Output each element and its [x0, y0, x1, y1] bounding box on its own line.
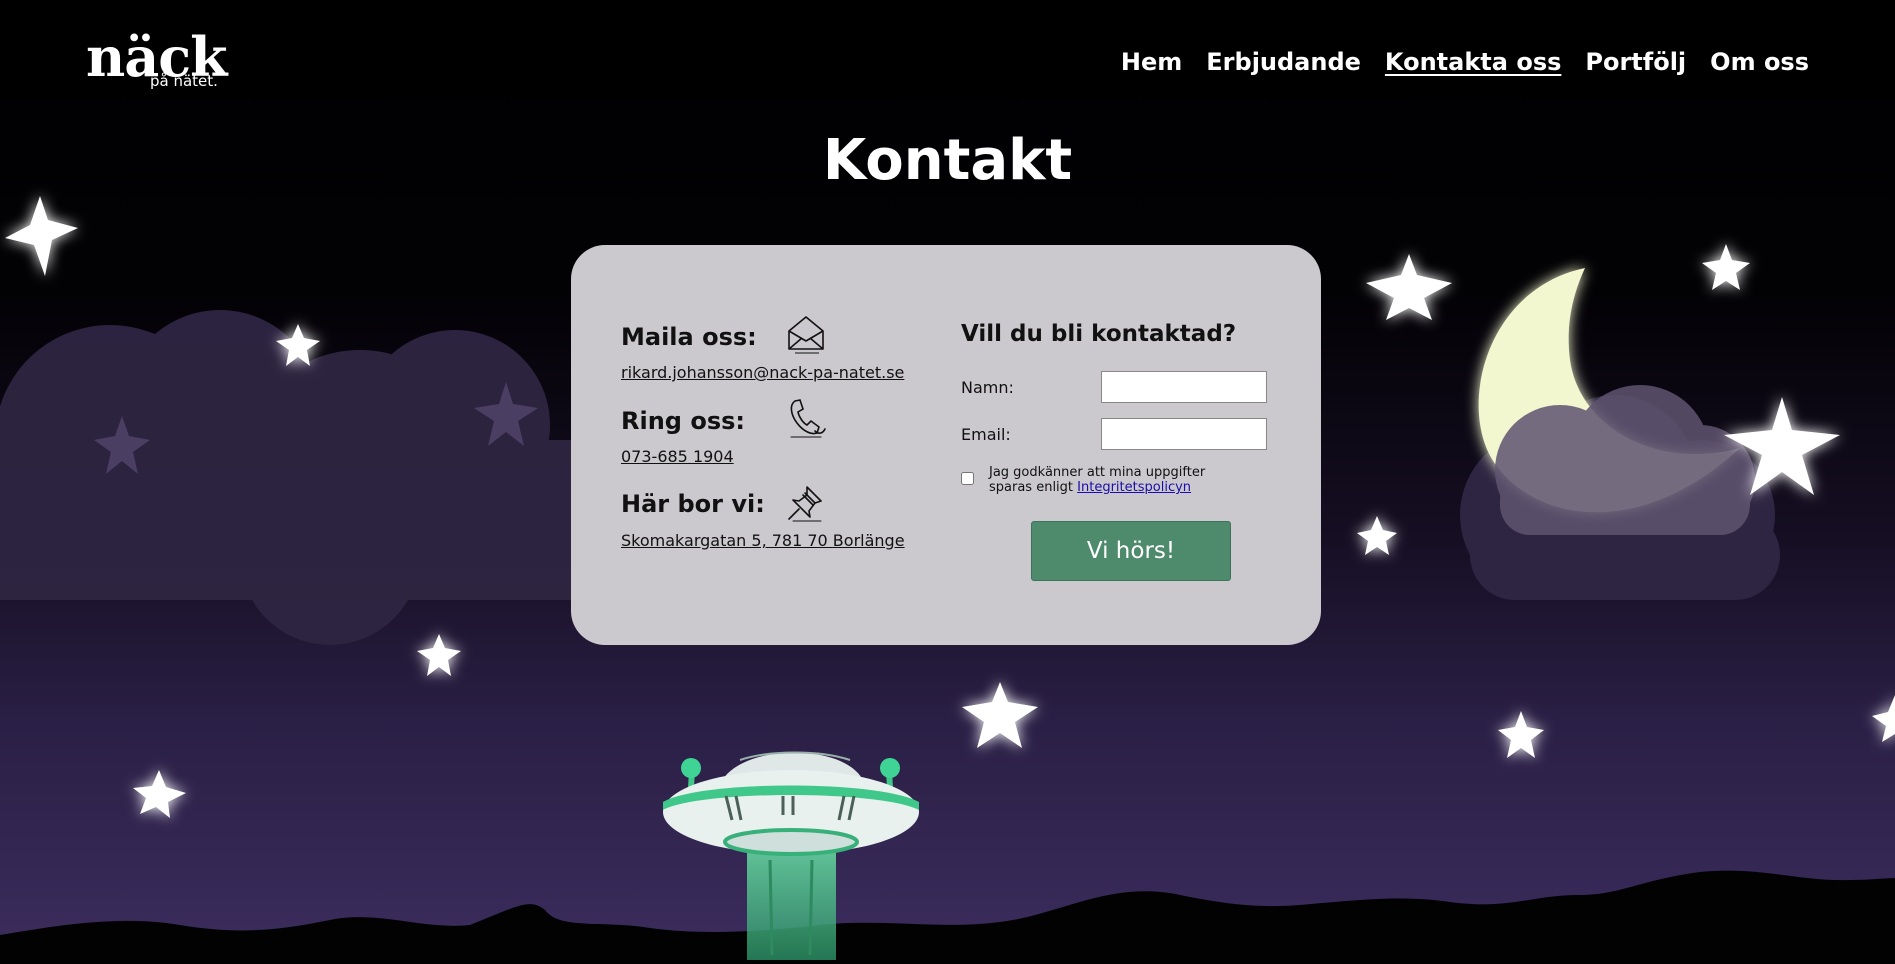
nav-item-erbjudande[interactable]: Erbjudande: [1206, 46, 1361, 78]
nav-item-hem[interactable]: Hem: [1121, 46, 1182, 78]
address-heading: Här bor vi:: [621, 490, 765, 518]
left-clouds: [0, 310, 590, 645]
form-heading: Vill du bli kontaktad?: [961, 321, 1237, 347]
mail-link[interactable]: rikard.johansson@nack-pa-natet.se: [621, 363, 904, 382]
envelope-icon: [788, 316, 824, 354]
name-label: Namn:: [961, 378, 1014, 397]
nav-item-portfolj[interactable]: Portfölj: [1585, 46, 1686, 78]
phone-heading: Ring oss:: [621, 407, 745, 435]
consent-text: Jag godkänner att mina uppgifter sparas …: [989, 465, 1249, 495]
name-input[interactable]: [1101, 371, 1267, 403]
main-nav: Hem Erbjudande Kontakta oss Portfölj Om …: [1121, 46, 1809, 78]
pushpin-icon: [788, 486, 822, 522]
hills: [0, 870, 1895, 964]
email-input[interactable]: [1101, 418, 1267, 450]
nav-item-kontakta-oss[interactable]: Kontakta oss: [1385, 46, 1561, 78]
contact-card: Maila oss: rikard.johansson@nack-pa-nate…: [571, 245, 1321, 645]
phone-link[interactable]: 073-685 1904: [621, 447, 734, 466]
submit-button[interactable]: Vi hörs!: [1031, 521, 1231, 581]
phone-icon: [790, 399, 826, 438]
page-title: Kontakt: [822, 128, 1073, 193]
nav-item-om-oss[interactable]: Om oss: [1710, 46, 1809, 78]
privacy-policy-link[interactable]: Integritetspolicyn: [1077, 480, 1191, 495]
logo[interactable]: näck på nätet.: [86, 26, 228, 92]
consent-checkbox[interactable]: [961, 472, 974, 485]
mail-heading: Maila oss:: [621, 323, 757, 351]
logo-tagline: på nätet.: [150, 72, 218, 90]
address-link[interactable]: Skomakargatan 5, 781 70 Borlänge: [621, 531, 905, 550]
email-label: Email:: [961, 425, 1011, 444]
